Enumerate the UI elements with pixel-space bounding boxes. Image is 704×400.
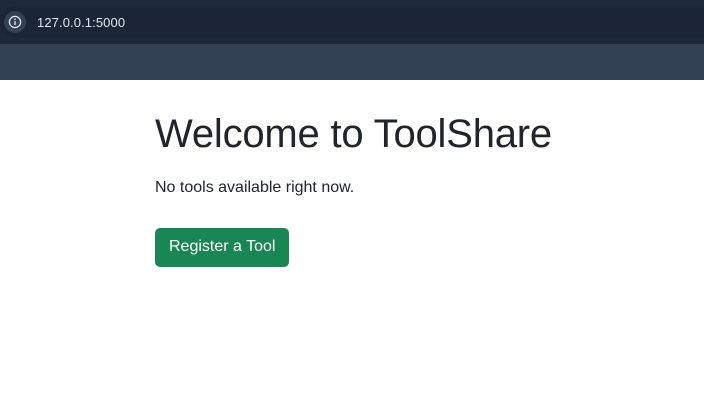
browser-toolbar: 127.0.0.1:5000 <box>0 0 704 44</box>
site-info-icon[interactable] <box>4 11 26 33</box>
browser-toolbar-strip <box>0 44 704 80</box>
url-text[interactable]: 127.0.0.1:5000 <box>37 15 125 30</box>
main-content: Welcome to ToolShare No tools available … <box>155 80 695 267</box>
info-icon <box>8 15 22 29</box>
register-tool-button[interactable]: Register a Tool <box>155 228 290 267</box>
address-bar[interactable]: 127.0.0.1:5000 <box>0 6 704 38</box>
page-title: Welcome to ToolShare <box>155 112 552 156</box>
empty-state-message: No tools available right now. <box>155 179 355 196</box>
